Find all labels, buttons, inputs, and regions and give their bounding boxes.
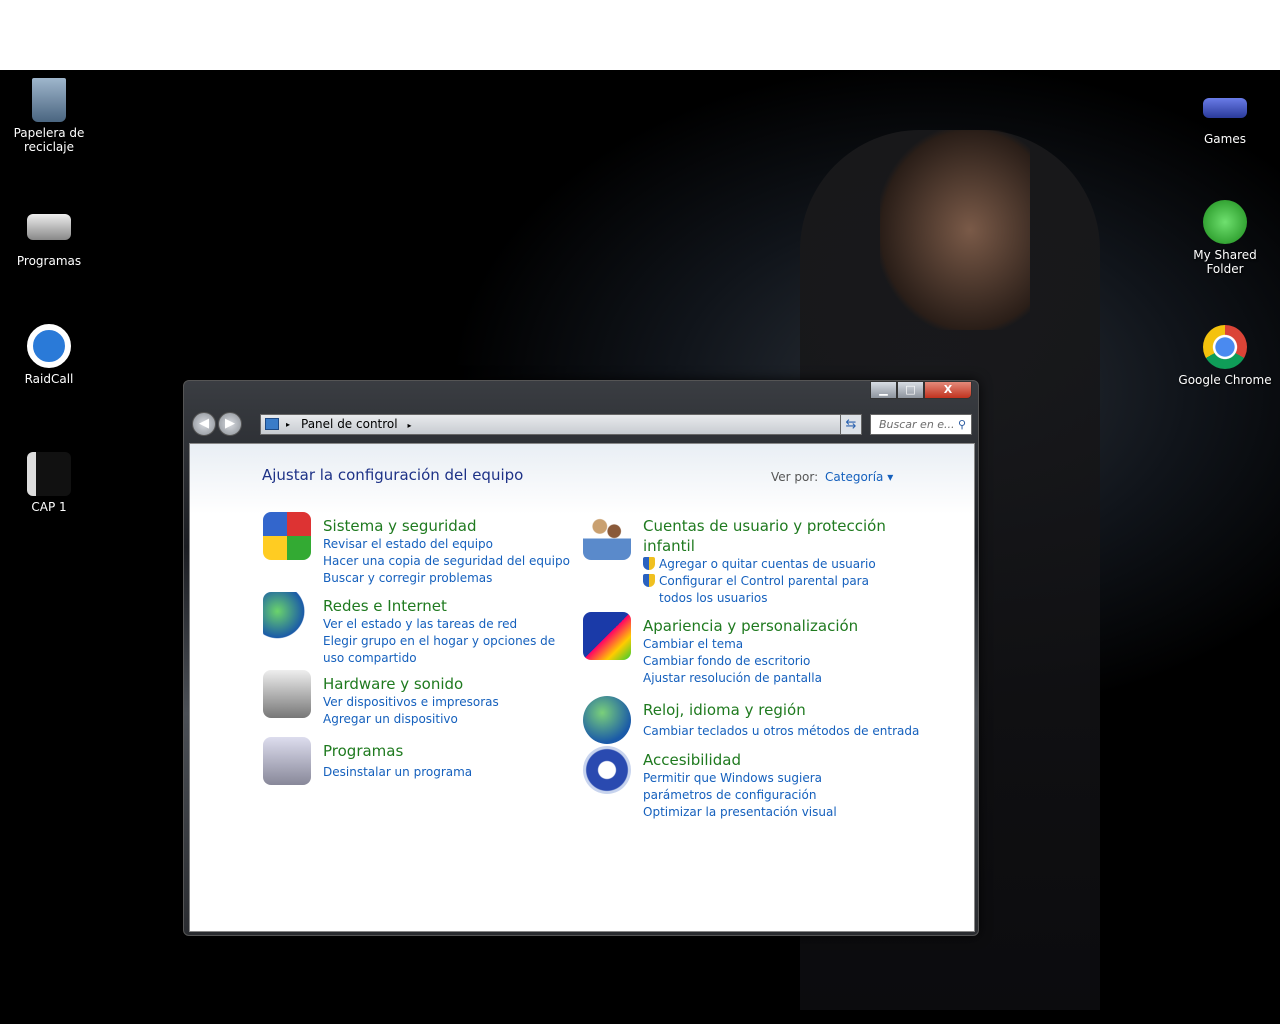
desktop-icon-chrome[interactable]: Google Chrome (1177, 325, 1273, 387)
maximize-button[interactable]: □ (897, 381, 924, 399)
chrome-icon (1203, 325, 1247, 369)
link[interactable]: Ajustar resolución de pantalla (643, 670, 943, 687)
group-heading[interactable]: Programas (323, 741, 623, 761)
uac-shield-icon (643, 574, 655, 587)
control-panel-window: ▁ □ X ◀ ▶ ▸ Panel de control ▸ ▼ ⇆ Busca… (183, 380, 979, 936)
group-heading[interactable]: Redes e Internet (323, 596, 558, 616)
recycle-bin-icon (32, 78, 66, 122)
globe-clock-icon (583, 696, 631, 744)
search-icon[interactable]: ⚲ (958, 415, 966, 434)
desktop-icon-cap1[interactable]: CAP 1 (1, 452, 97, 514)
uac-shield-icon (643, 557, 655, 570)
group-heading[interactable]: Cuentas de usuario y protección infantil (643, 516, 903, 556)
monitor-palette-icon (583, 612, 631, 660)
link[interactable]: Cambiar el tema (643, 636, 943, 653)
link[interactable]: Ver el estado y las tareas de red (323, 616, 558, 633)
icon-label: RaidCall (24, 372, 74, 386)
icon-label: Programas (16, 254, 82, 268)
games-icon (1203, 98, 1247, 118)
group-heading[interactable]: Accesibilidad (643, 750, 893, 770)
search-input[interactable]: Buscar en e... ⚲ (870, 414, 972, 435)
group-heading[interactable]: Apariencia y personalización (643, 616, 943, 636)
link[interactable]: Buscar y corregir problemas (323, 570, 623, 587)
link[interactable]: Cambiar fondo de escritorio (643, 653, 943, 670)
desktop-icon-raidcall[interactable]: RaidCall (1, 324, 97, 386)
link[interactable]: Configurar el Control parental para todo… (643, 573, 903, 607)
link[interactable]: Agregar un dispositivo (323, 711, 623, 728)
network-globe-icon (263, 592, 311, 640)
raidcall-icon (27, 324, 71, 368)
window-controls: ▁ □ X (870, 381, 972, 399)
group-heading[interactable]: Reloj, idioma y región (643, 700, 943, 720)
group-sistema-seguridad: Sistema y seguridad Revisar el estado de… (263, 512, 623, 587)
group-heading[interactable]: Sistema y seguridad (323, 516, 623, 536)
wallpaper-face (880, 130, 1030, 330)
shield-icon (263, 512, 311, 560)
users-icon (583, 512, 631, 560)
desktop-icon-programas[interactable]: Programas (1, 214, 97, 268)
desktop-icon-games[interactable]: Games (1177, 98, 1273, 146)
breadcrumb-chevron-icon[interactable]: ▸ (286, 415, 290, 434)
link[interactable]: Cambiar teclados u otros métodos de entr… (643, 723, 943, 740)
video-thumbnail-icon (27, 452, 71, 496)
group-cuentas-usuario: Cuentas de usuario y protección infantil… (583, 512, 903, 607)
search-placeholder: Buscar en e... (879, 418, 955, 431)
play-icon (1203, 200, 1247, 244)
view-by-dropdown[interactable]: Categoría ▾ (825, 470, 893, 484)
link[interactable]: Elegir grupo en el hogar y opciones de u… (323, 633, 558, 667)
view-by-label: Ver por: (771, 470, 819, 484)
icon-label: CAP 1 (31, 500, 67, 514)
address-bar[interactable]: ▸ Panel de control ▸ ▼ (260, 414, 860, 435)
minimize-button[interactable]: ▁ (870, 381, 897, 399)
desktop-icon-shared-folder[interactable]: My Shared Folder (1177, 200, 1273, 276)
control-panel-content: Ajustar la configuración del equipo Ver … (189, 443, 975, 932)
group-programas: Programas Desinstalar un programa (263, 737, 623, 785)
forward-button[interactable]: ▶ (218, 412, 242, 436)
link[interactable]: Ver dispositivos e impresoras (323, 694, 623, 711)
link[interactable]: Permitir que Windows sugiera parámetros … (643, 770, 893, 804)
icon-label: My Shared Folder (1193, 248, 1257, 276)
group-heading[interactable]: Hardware y sonido (323, 674, 623, 694)
programs-box-icon (263, 737, 311, 785)
icon-label: Games (1204, 132, 1246, 146)
breadcrumb-panel-de-control[interactable]: Panel de control (301, 417, 398, 431)
top-blank-band (0, 0, 1280, 70)
navigation-buttons: ◀ ▶ (192, 412, 242, 436)
accessibility-icon (583, 746, 631, 794)
control-panel-icon (265, 418, 279, 430)
printer-icon (263, 670, 311, 718)
icon-label: Papelera de reciclaje (13, 126, 85, 154)
desktop-icon-recycle-bin[interactable]: Papelera de reciclaje (1, 78, 97, 154)
link-text: Configurar el Control parental para todo… (659, 574, 869, 605)
link[interactable]: Desinstalar un programa (323, 764, 623, 781)
link[interactable]: Revisar el estado del equipo (323, 536, 623, 553)
refresh-button[interactable]: ⇆ (840, 414, 862, 435)
group-hardware-sonido: Hardware y sonido Ver dispositivos e imp… (263, 670, 623, 728)
breadcrumb-chevron-icon[interactable]: ▸ (407, 421, 411, 430)
page-title: Ajustar la configuración del equipo (262, 466, 524, 484)
back-button[interactable]: ◀ (192, 412, 216, 436)
group-accesibilidad: Accesibilidad Permitir que Windows sugie… (583, 746, 893, 821)
link[interactable]: Hacer una copia de seguridad del equipo (323, 553, 623, 570)
link[interactable]: Agregar o quitar cuentas de usuario (643, 556, 903, 573)
icon-label: Google Chrome (1178, 373, 1272, 387)
drive-icon (27, 214, 71, 240)
close-button[interactable]: X (924, 381, 972, 399)
group-redes-internet: Redes e Internet Ver el estado y las tar… (263, 592, 558, 667)
link[interactable]: Optimizar la presentación visual (643, 804, 893, 821)
group-reloj-idioma: Reloj, idioma y región Cambiar teclados … (583, 696, 943, 744)
link-text: Agregar o quitar cuentas de usuario (659, 557, 876, 571)
group-apariencia: Apariencia y personalización Cambiar el … (583, 612, 943, 687)
